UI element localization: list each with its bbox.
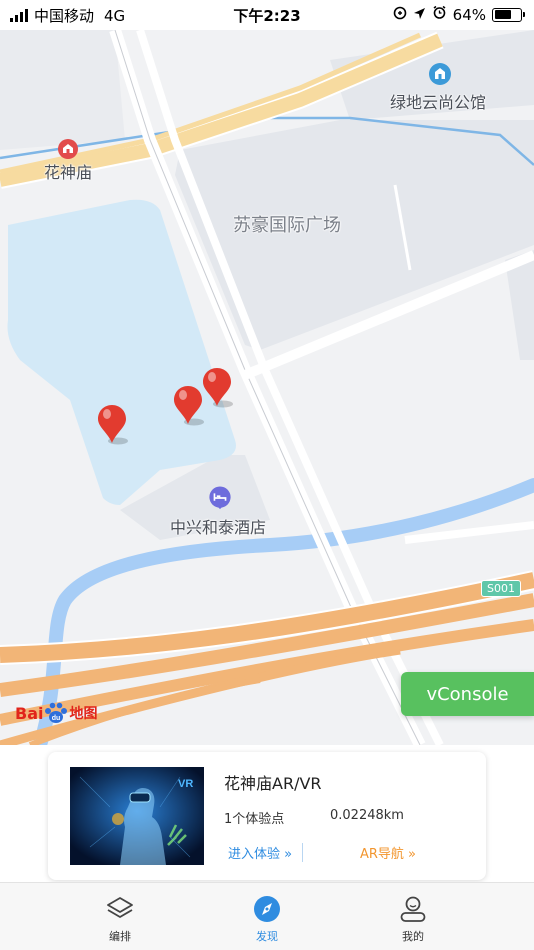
layers-icon [80, 893, 160, 925]
map-pin-1[interactable] [96, 403, 130, 451]
map-label-suhao[interactable]: 苏豪国际广场 [233, 211, 341, 237]
lake-area [7, 199, 236, 505]
tab-arrange[interactable]: 编排 [80, 893, 160, 944]
battery-percent: 64% [452, 5, 486, 24]
tab-label: 我的 [402, 930, 424, 943]
vconsole-button[interactable]: vConsole [401, 672, 534, 716]
tab-bar: 编排 发现 我的 [0, 882, 534, 950]
card-title: 花神庙AR/VR [224, 774, 322, 793]
screen-lock-icon [393, 6, 407, 24]
location-icon [413, 6, 426, 24]
road-shield: S001 [481, 580, 521, 597]
map-base-layer [0, 30, 534, 745]
tab-discover[interactable]: 发现 [227, 893, 307, 944]
experience-card[interactable]: VR 花神庙AR/VR 1个体验点 0.02248km 进入体验 » AR导航 … [48, 752, 486, 880]
ar-vr-thumbnail[interactable]: VR [70, 767, 204, 865]
hotel-poi-icon[interactable] [208, 486, 232, 510]
status-bar: 中国移动 4G 下午2:23 64% [0, 0, 534, 30]
enter-experience-button[interactable]: 进入体验 » [228, 843, 304, 862]
ar-navigation-button[interactable]: AR导航 » [360, 843, 416, 862]
paw-icon: du [45, 702, 68, 723]
baidu-map-logo: Bai du 地图 [15, 702, 98, 723]
building-poi-icon[interactable] [428, 62, 452, 86]
map-label-lvdi[interactable]: 绿地云尚公馆 [390, 89, 486, 113]
tab-mine[interactable]: 我的 [373, 893, 453, 944]
map-pin-3[interactable] [201, 366, 235, 414]
map-label-zhongxing[interactable]: 中兴和泰酒店 [170, 514, 266, 538]
alarm-icon [432, 5, 447, 24]
battery-icon [492, 7, 525, 22]
map-view[interactable]: 花神庙 绿地云尚公馆 苏豪国际广场 中兴和泰酒店 S001 Bai du 地图 … [0, 30, 534, 745]
compass-icon [227, 893, 307, 925]
distance-value: 0.02248km [330, 808, 404, 823]
map-label-huashenmiao[interactable]: 花神庙 [44, 159, 92, 183]
tab-label: 编排 [109, 930, 131, 943]
svg-text:du: du [52, 715, 61, 722]
map-block [0, 30, 125, 150]
experience-count: 1个体验点 [224, 812, 285, 827]
user-icon [373, 893, 453, 925]
temple-poi-icon[interactable] [56, 137, 80, 161]
tab-label: 发现 [256, 930, 278, 943]
svg-text:VR: VR [178, 778, 193, 790]
